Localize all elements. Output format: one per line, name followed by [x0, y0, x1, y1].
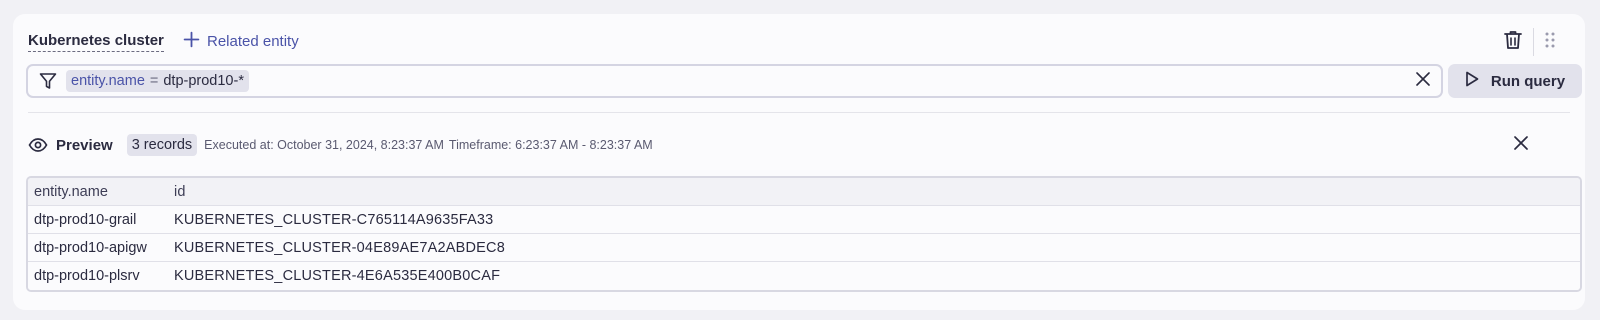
- cell-entity-name: dtp-prod10-apigw: [34, 239, 147, 256]
- drag-handle-icon: [1545, 32, 1555, 53]
- cell-id: KUBERNETES_CLUSTER-C765114A9635FA33: [174, 211, 494, 228]
- preview-title: Preview: [56, 136, 113, 154]
- filter-operator: =: [149, 73, 159, 89]
- clear-filter-button[interactable]: [1413, 71, 1433, 91]
- table-header-row: entity.name id: [28, 178, 1580, 206]
- drag-handle[interactable]: [1542, 31, 1558, 53]
- delete-button[interactable]: [1501, 30, 1525, 54]
- executed-at-text: Executed at: October 31, 2024, 8:23:37 A…: [204, 138, 444, 152]
- timeframe-text: Timeframe: 6:23:37 AM - 8:23:37 AM: [448, 138, 653, 152]
- cell-id: KUBERNETES_CLUSTER-04E89AE7A2ABDEC8: [174, 239, 505, 256]
- filter-value: dtp-prod10-*: [163, 73, 244, 89]
- preview-header: Preview 3 records Executed at: October 3…: [28, 134, 653, 156]
- filter-key: entity.name: [71, 73, 145, 89]
- entity-type-selector[interactable]: Kubernetes cluster: [28, 32, 164, 52]
- filter-input[interactable]: entity.name = dtp-prod10-*: [26, 64, 1443, 98]
- filter-chip[interactable]: entity.name = dtp-prod10-*: [66, 70, 249, 92]
- close-preview-button[interactable]: [1511, 135, 1531, 155]
- close-icon: [1416, 71, 1430, 91]
- query-card: Kubernetes cluster Related entity entity…: [13, 14, 1585, 310]
- cell-id: KUBERNETES_CLUSTER-4E6A535E400B0CAF: [174, 268, 501, 284]
- related-entity-label: Related entity: [207, 32, 299, 50]
- table-row: dtp-prod10-apigw KUBERNETES_CLUSTER-04E8…: [28, 234, 1580, 262]
- close-icon: [1514, 135, 1528, 155]
- filter-icon: [33, 66, 63, 96]
- run-query-button[interactable]: Run query: [1448, 64, 1582, 98]
- table-row: dtp-prod10-grail KUBERNETES_CLUSTER-C765…: [28, 206, 1580, 234]
- trash-icon: [1504, 30, 1522, 55]
- eye-icon: [28, 135, 48, 155]
- add-related-entity-button[interactable]: Related entity: [183, 30, 299, 52]
- section-divider: [28, 112, 1570, 113]
- cell-entity-name: dtp-prod10-grail: [34, 211, 137, 228]
- plus-icon: [183, 31, 200, 52]
- play-icon: [1465, 71, 1479, 91]
- column-header-id[interactable]: id: [168, 184, 186, 200]
- column-header-entity-name[interactable]: entity.name: [28, 184, 168, 200]
- table-row: dtp-prod10-plsrv KUBERNETES_CLUSTER-4E6A…: [28, 262, 1580, 290]
- toolbar-divider: [1533, 28, 1534, 56]
- cell-entity-name: dtp-prod10-plsrv: [34, 268, 140, 284]
- run-query-label: Run query: [1490, 72, 1566, 90]
- records-count-badge: 3 records: [126, 134, 198, 156]
- results-table: entity.name id dtp-prod10-grail KUBERNET…: [26, 176, 1582, 292]
